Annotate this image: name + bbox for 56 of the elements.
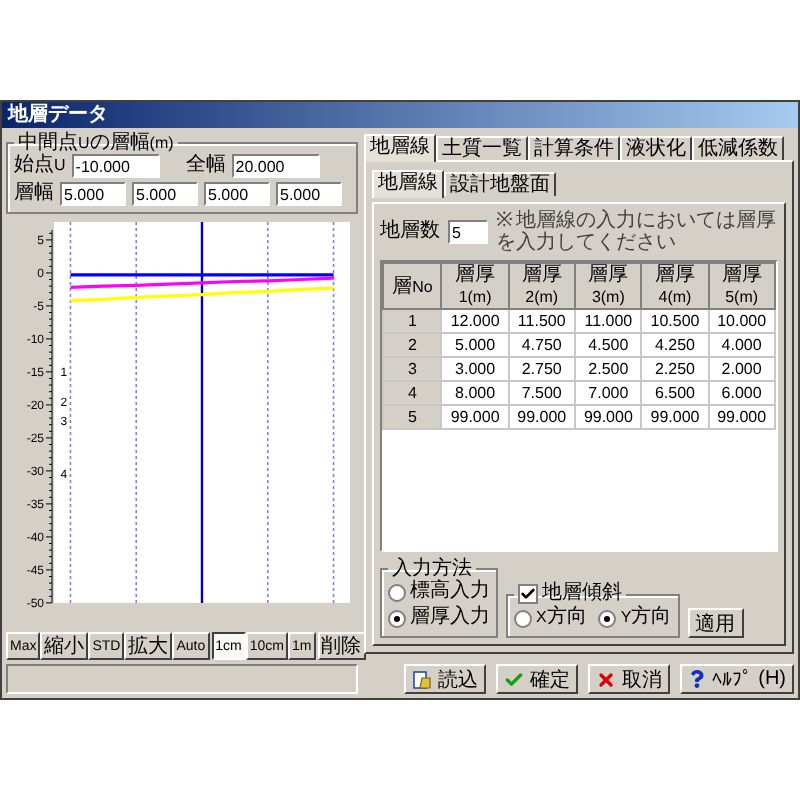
window-title: 地層データ <box>8 103 108 127</box>
input-field[interactable]: 5.000 <box>204 182 270 206</box>
zoom-button[interactable]: 拡大 <box>124 632 173 660</box>
row-header: 1 <box>383 309 442 333</box>
apply-button[interactable]: 適用 <box>687 608 744 638</box>
tab[interactable]: 地層線 <box>372 170 444 198</box>
checkmark-icon <box>520 586 536 602</box>
input-field[interactable]: 20.000 <box>231 154 320 178</box>
document-icon <box>412 669 433 689</box>
input-field[interactable]: 5.000 <box>132 182 198 206</box>
radio-button[interactable] <box>514 609 532 627</box>
column-header: 層厚3(m) <box>575 263 642 309</box>
checkbox[interactable] <box>518 584 538 604</box>
column-header: 層厚1(m) <box>441 263 509 309</box>
tab[interactable]: 設計地盤面 <box>444 172 556 196</box>
tab[interactable]: 低減係数 <box>692 136 784 160</box>
tab[interactable]: 地層線 <box>364 134 436 162</box>
dialog-button[interactable]: 確定 <box>496 664 579 694</box>
radio-label: 層厚入力 <box>410 606 490 630</box>
radio-button[interactable] <box>388 609 406 627</box>
note-text: ※ 地層線の入力においては層厚を入力してください <box>496 210 778 254</box>
radio-label: X方向 <box>536 606 587 630</box>
field-label: 始点U <box>14 154 66 178</box>
checkbox-label: 地層傾斜 <box>542 582 622 605</box>
row-header: 3 <box>383 357 442 381</box>
field-label: 地層数 <box>380 220 440 244</box>
column-header: 層No <box>383 263 442 309</box>
tab[interactable]: 液状化 <box>620 136 692 160</box>
question-mark-icon <box>688 670 707 688</box>
input-field[interactable]: 5 <box>448 220 488 244</box>
input-field[interactable]: 5.000 <box>276 182 342 206</box>
group-title: 中間点Uの層幅(m) <box>16 132 176 154</box>
field-label: 層幅 <box>14 182 54 206</box>
dialog-button[interactable]: 読込 <box>404 664 487 694</box>
input-field[interactable]: -10.000 <box>71 154 160 178</box>
dialog-button[interactable]: ﾍﾙﾌﾟ (H) <box>680 664 794 694</box>
row-header: 4 <box>383 381 442 405</box>
zoom-button[interactable]: 縮小 <box>40 632 89 660</box>
group-title: 入力方法 <box>390 558 472 580</box>
radio-button[interactable] <box>598 609 617 627</box>
input-field[interactable]: 5.000 <box>60 182 126 206</box>
row-header: 2 <box>383 333 442 357</box>
cross-icon <box>596 669 617 689</box>
dialog-button[interactable]: 取消 <box>588 664 671 694</box>
tab[interactable]: 計算条件 <box>528 136 620 160</box>
check-icon <box>504 669 525 689</box>
radio-label: Y方向 <box>620 606 672 630</box>
tab[interactable]: 土質一覧 <box>436 136 528 160</box>
column-header: 層厚4(m) <box>641 263 709 309</box>
column-header: 層厚5(m) <box>708 263 775 309</box>
radio-button[interactable] <box>388 583 406 601</box>
field-label: 全幅 <box>185 154 226 178</box>
radio-label: 標高入力 <box>410 580 490 604</box>
column-header: 層厚2(m) <box>508 263 576 309</box>
row-header: 5 <box>383 405 442 429</box>
delete-button[interactable]: 削除 <box>317 632 366 660</box>
